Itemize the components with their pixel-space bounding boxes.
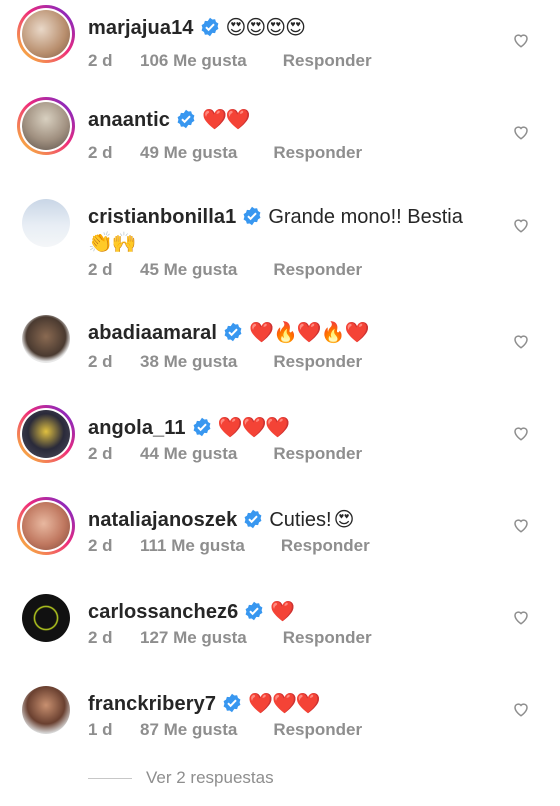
avatar-story-ring[interactable] [17,97,75,155]
comment-item: marjajua14 😍😍😍😍 2 d 106 Me gusta Responder [0,5,560,97]
reply-button[interactable]: Responder [283,628,372,648]
comment-item: nataliajanoszek Cuties! 😍 2 d 111 Me gusta R… [0,497,560,589]
comment-likes[interactable]: 45 Me gusta [140,260,237,280]
comment-username[interactable]: marjajua14 [88,17,194,39]
avatar [22,199,70,247]
avatar-story-ring[interactable] [17,5,75,63]
verified-badge-icon [193,417,211,437]
heart-outline-icon[interactable] [512,700,530,718]
view-replies-label: Ver 2 respuestas [146,768,274,787]
comment-item: anaantic ❤️❤️ 2 d 49 Me gusta Responder [0,97,560,189]
comment-emoji: ❤️🔥❤️🔥❤️ [249,322,370,344]
avatar [22,410,70,458]
reply-button[interactable]: Responder [273,444,362,464]
comment-username[interactable]: anaantic [88,109,170,131]
heart-outline-icon[interactable] [512,123,530,141]
verified-badge-icon [244,509,262,529]
reply-button[interactable]: Responder [273,352,362,372]
avatar [22,102,70,150]
avatar-wrap[interactable] [17,194,75,252]
comment-item: franckribery7 ❤️❤️❤️ 1 d 87 Me gusta Respon… [0,681,560,773]
comment-time: 2 d [88,51,113,70]
avatar-wrap[interactable] [17,681,75,739]
view-replies-button[interactable]: Ver 2 respuestas [88,768,274,788]
heart-outline-icon[interactable] [512,31,530,49]
comment-username[interactable]: cristianbonilla1 [88,206,236,228]
reply-button[interactable]: Responder [273,143,362,163]
comment-emoji: ❤️❤️❤️ [217,417,291,439]
comment-username[interactable]: nataliajanoszek [88,509,237,531]
comment-time: 2 d [88,260,113,279]
comment-emoji: 😍😍😍😍 [225,17,306,39]
verified-badge-icon [177,109,195,129]
comment-username[interactable]: angola_11 [88,417,186,439]
avatar [22,686,70,734]
comment-item: angola_11 ❤️❤️❤️ 2 d 44 Me gusta Responder [0,405,560,497]
verified-badge-icon [243,206,261,226]
avatar [22,315,70,363]
avatar-story-ring[interactable] [17,405,75,463]
comment-time: 2 d [88,143,113,162]
avatar [22,502,70,550]
reply-button[interactable]: Responder [273,720,362,740]
comment-emoji: 😍 [333,509,355,531]
comment-likes[interactable]: 111 Me gusta [140,536,245,556]
verified-badge-icon [201,17,218,37]
comment-username[interactable]: abadiaamaral [88,322,217,344]
avatar-wrap[interactable] [17,310,75,368]
comment-time: 2 d [88,628,113,647]
comment-emoji: ❤️ [270,601,295,623]
comment-username[interactable]: carlossanchez6 [88,601,238,623]
comment-emoji: ❤️❤️❤️ [248,693,321,715]
comment-time: 2 d [88,352,113,371]
comment-item: cristianbonilla1 Grande mono!! Bestia 👏🙌 2… [0,194,560,304]
heart-outline-icon[interactable] [512,608,530,626]
comment-likes[interactable]: 49 Me gusta [140,143,237,163]
heart-outline-icon[interactable] [512,516,530,534]
heart-outline-icon[interactable] [512,216,530,234]
comment-text: Grande mono!! Bestia [268,206,463,228]
comment-username[interactable]: franckribery7 [88,693,216,715]
comment-text: Cuties! [269,509,332,531]
comment-likes[interactable]: 87 Me gusta [140,720,237,740]
comment-likes[interactable]: 38 Me gusta [140,352,237,372]
comment-item: abadiaamaral ❤️🔥❤️🔥❤️ 2 d 38 Me gusta Respo… [0,310,560,402]
comment-likes[interactable]: 127 Me gusta [140,628,247,648]
heart-outline-icon[interactable] [512,424,530,442]
comment-time: 2 d [88,536,113,555]
comment-emoji: ❤️❤️ [201,109,251,131]
comment-likes[interactable]: 44 Me gusta [140,444,237,464]
avatar-wrap[interactable] [17,589,75,647]
avatar [22,594,70,642]
comment-time: 2 d [88,444,113,463]
comment-emoji: 👏🙌 [88,232,137,254]
avatar [22,10,70,58]
comment-likes[interactable]: 106 Me gusta [140,51,247,71]
verified-badge-icon [223,693,241,713]
verified-badge-icon [224,322,242,342]
reply-button[interactable]: Responder [281,536,370,556]
comment-time: 1 d [88,720,113,739]
replies-divider [88,777,132,779]
heart-outline-icon[interactable] [512,332,530,350]
comment-item: carlossanchez6 ❤️ 2 d 127 Me gusta Responde… [0,589,560,681]
verified-badge-icon [245,601,263,621]
reply-button[interactable]: Responder [283,51,372,71]
avatar-story-ring[interactable] [17,497,75,555]
reply-button[interactable]: Responder [273,260,362,280]
